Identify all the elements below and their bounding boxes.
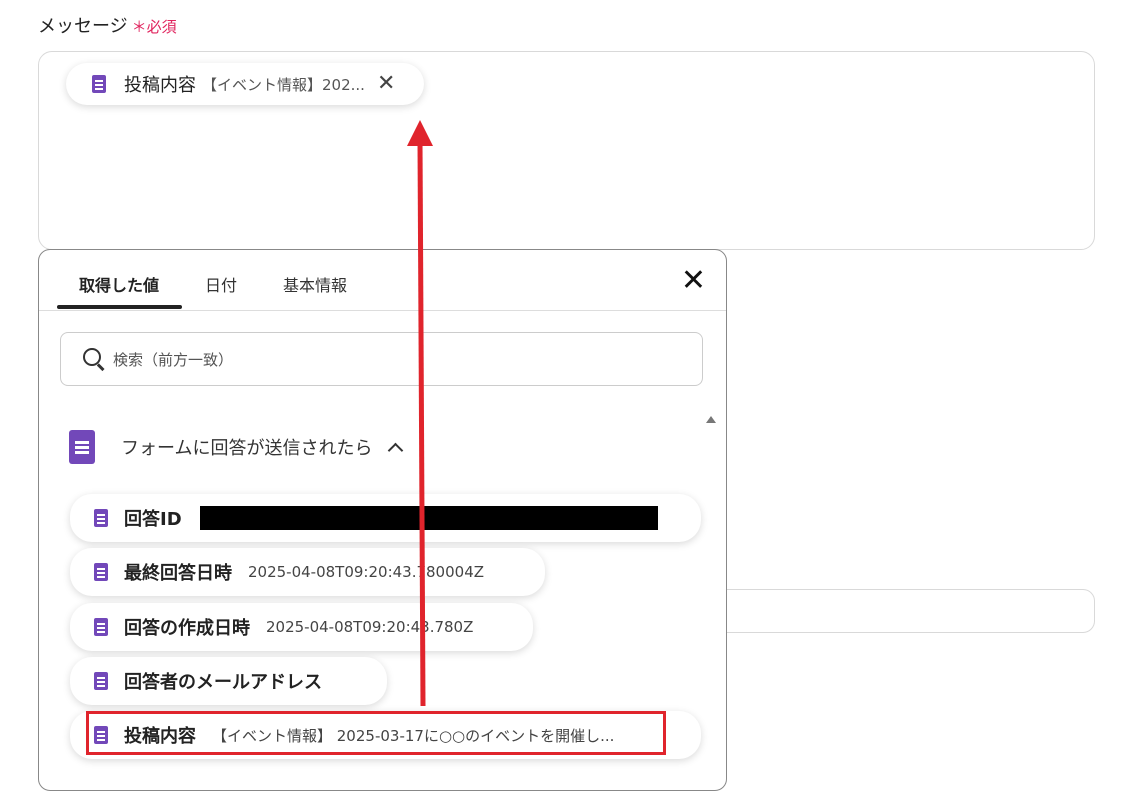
annotation-arrow <box>407 120 433 707</box>
